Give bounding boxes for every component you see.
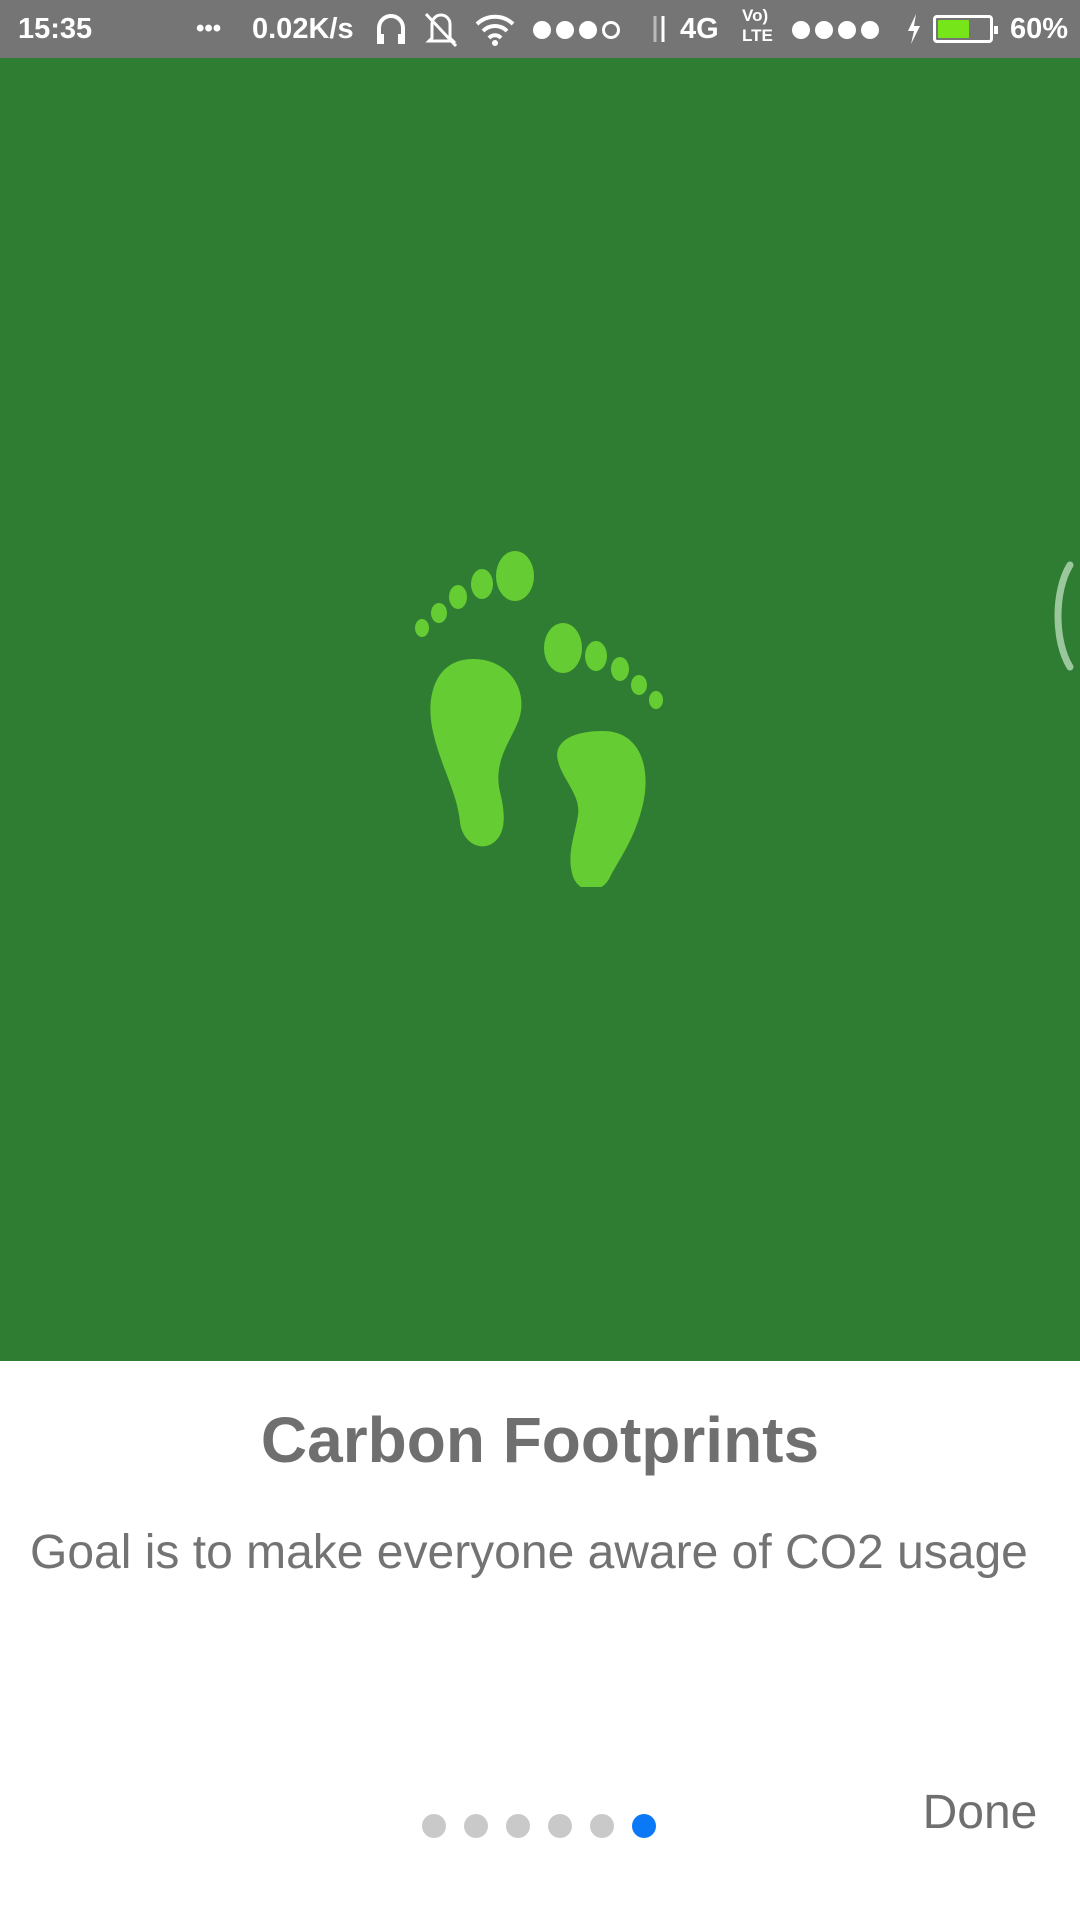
done-button[interactable]: Done xyxy=(900,1780,1060,1846)
page-dot-6-active xyxy=(632,1814,656,1838)
wifi-icon xyxy=(474,0,516,58)
status-time: 15:35 xyxy=(18,13,93,45)
vibrate-off-icon xyxy=(422,0,460,58)
page-dot-5 xyxy=(590,1814,614,1838)
page-dot-4 xyxy=(548,1814,572,1838)
network-type: 4G xyxy=(680,13,719,45)
data-arrows-icon xyxy=(648,0,670,58)
page-dot-3 xyxy=(506,1814,530,1838)
network-speed: 0.02K/s xyxy=(252,13,354,45)
headphones-icon xyxy=(374,0,408,58)
page-indicator xyxy=(420,1811,660,1841)
slide-hero xyxy=(0,58,1080,1361)
edge-swipe-indicator xyxy=(1054,561,1074,671)
page-dot-2 xyxy=(464,1814,488,1838)
signal-dots-icon xyxy=(533,0,625,58)
slide-description: Goal is to make everyone aware of CO2 us… xyxy=(30,1526,1028,1579)
volte-top-label: Vo) xyxy=(742,6,769,25)
slide-title: Carbon Footprints xyxy=(260,1404,820,1476)
more-notifications-icon: ••• xyxy=(196,15,222,42)
battery-percent: 60% xyxy=(1010,13,1069,45)
footprints-icon xyxy=(415,551,663,887)
charging-icon xyxy=(904,0,924,58)
signal-dots-icon xyxy=(792,0,884,58)
battery-icon xyxy=(933,15,998,43)
status-bar: 15:35 ••• 0.02K/s 4G Vo) LTE 60% xyxy=(0,0,1080,58)
volte-bottom-label: LTE xyxy=(742,26,773,45)
page-dot-1 xyxy=(422,1814,446,1838)
